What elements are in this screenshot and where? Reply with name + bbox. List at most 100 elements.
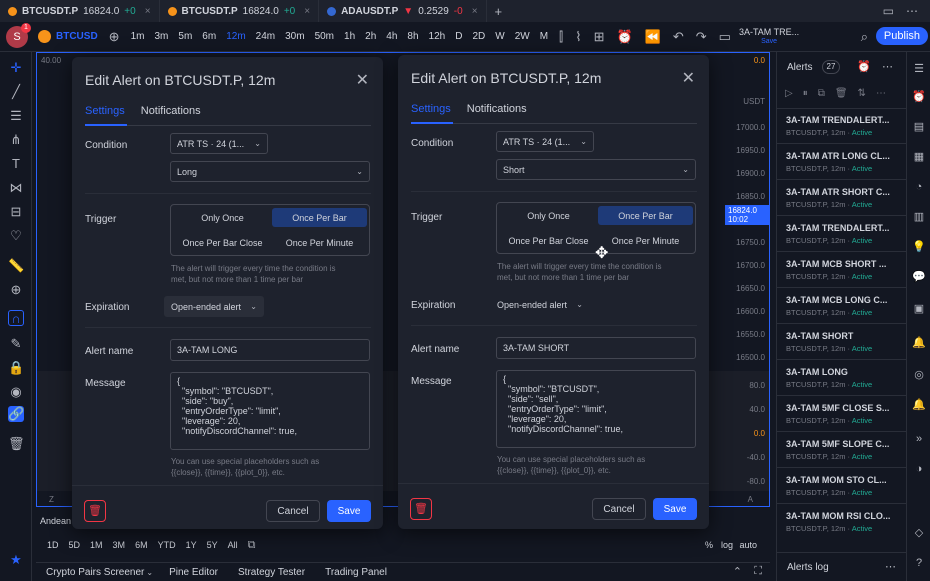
interval-1h[interactable]: 1h: [339, 31, 360, 42]
layout-icon[interactable]: ▭: [713, 29, 737, 45]
layout-name[interactable]: 3A-TAM TRE... Save: [739, 27, 799, 46]
streams-icon[interactable]: ▣: [912, 302, 926, 316]
save-button[interactable]: Save: [653, 498, 697, 520]
alerts-log-header[interactable]: Alerts log: [787, 562, 829, 573]
interval-24m[interactable]: 24m: [251, 31, 280, 42]
redo-icon[interactable]: ↷: [690, 29, 713, 45]
list-item[interactable]: 3A-TAM ATR LONG CL... BTCUSDT.P, 12m · Ac…: [786, 151, 904, 173]
auto-scale-toggle[interactable]: auto: [734, 540, 762, 550]
calendar-icon[interactable]: ▥: [912, 210, 926, 224]
message-textarea[interactable]: { "symbol": "BTCUSDT", "side": "buy", "e…: [170, 372, 370, 450]
list-item[interactable]: 3A-TAM TRENDALERT... BTCUSDT.P, 12m · Act…: [786, 115, 904, 137]
watchlist-icon[interactable]: ☰: [912, 62, 926, 76]
range-3m[interactable]: 3M: [108, 540, 131, 550]
new-tab-button[interactable]: +: [487, 0, 511, 22]
range-1d[interactable]: 1D: [42, 540, 64, 550]
chevrons-icon[interactable]: »: [912, 432, 926, 446]
list-item[interactable]: 3A-TAM MCB LONG C... BTCUSDT.P, 12m · Act…: [786, 295, 904, 317]
trigger-once-per-minute[interactable]: Once Per Minute: [598, 231, 693, 250]
horizontal-lines-icon[interactable]: ☰: [8, 108, 24, 124]
tab-notifications[interactable]: Notifications: [141, 105, 201, 122]
list-item[interactable]: 3A-TAM 5MF CLOSE S... BTCUSDT.P, 12m · Ac…: [786, 403, 904, 425]
interval-30m[interactable]: 30m: [280, 31, 309, 42]
symbol-search[interactable]: BTCUSD: [51, 31, 103, 42]
heart-icon[interactable]: ♡: [8, 228, 24, 244]
alert-name-input[interactable]: 3A-TAM SHORT: [496, 337, 696, 359]
chevron-down-icon[interactable]: ⌄: [146, 568, 153, 577]
list-item[interactable]: 3A-TAM MOM RSI CLO... BTCUSDT.P, 12m · Ac…: [786, 511, 904, 533]
layout-icon[interactable]: ▭: [883, 4, 894, 18]
pause-icon[interactable]: ⏸: [803, 88, 808, 99]
compare-plus-icon[interactable]: ⊕: [103, 29, 126, 45]
close-tab-icon[interactable]: ×: [145, 6, 151, 17]
trash-icon[interactable]: 🗑: [8, 436, 25, 452]
trigger-once-per-bar[interactable]: Once Per Bar: [598, 206, 693, 225]
link-icon[interactable]: 🔗: [8, 406, 24, 422]
crosshair-icon[interactable]: ✛: [8, 60, 24, 76]
templates-icon[interactable]: ⊞: [588, 29, 611, 45]
trigger-once-per-bar-close[interactable]: Once Per Bar Close: [500, 231, 597, 250]
pie-chart-icon[interactable]: ◑: [912, 462, 926, 476]
tab-settings[interactable]: Settings: [411, 103, 451, 120]
interval-2w[interactable]: 2W: [510, 31, 535, 42]
chat-icon[interactable]: 💬: [912, 270, 926, 284]
delete-alert-trash-icon[interactable]: 🗑: [410, 498, 432, 520]
broadcast-icon[interactable]: ◎: [912, 368, 926, 382]
delete-all-icon[interactable]: 🗑: [835, 88, 848, 99]
news-icon[interactable]: ▦: [912, 150, 926, 164]
trigger-once-per-minute[interactable]: Once Per Minute: [272, 233, 367, 252]
interval-12h[interactable]: 12h: [424, 31, 451, 42]
trigger-only-once[interactable]: Only Once: [174, 208, 271, 227]
direction-select[interactable]: Long ⌄: [170, 161, 370, 182]
alert-icon[interactable]: ⏰: [610, 29, 638, 45]
watchlist-star-icon[interactable]: ★: [8, 552, 24, 568]
direction-select[interactable]: Short ⌄: [496, 159, 696, 180]
tab-settings[interactable]: Settings: [85, 105, 125, 122]
tab-trading-panel[interactable]: Trading Panel: [315, 567, 397, 578]
list-item[interactable]: 3A-TAM LONG BTCUSDT.P, 12m · Active: [786, 367, 904, 389]
cancel-button[interactable]: Cancel: [266, 500, 320, 522]
trendline-icon[interactable]: ╱: [8, 84, 24, 100]
range-5d[interactable]: 5D: [64, 540, 86, 550]
close-icon[interactable]: ✕: [682, 68, 695, 88]
prediction-icon[interactable]: ⊟: [8, 204, 24, 220]
list-item[interactable]: 3A-TAM 5MF SLOPE C... BTCUSDT.P, 12m · Ac…: [786, 439, 904, 461]
interval-12m[interactable]: 12m: [221, 31, 250, 42]
condition-select[interactable]: ATR TS · 24 (1... ⌄: [496, 131, 594, 152]
help-icon[interactable]: ?: [912, 556, 926, 570]
pencil-lock-icon[interactable]: ✎: [8, 336, 24, 352]
interval-6m[interactable]: 6m: [197, 31, 221, 42]
chevron-up-icon[interactable]: ⌃: [733, 565, 742, 578]
avatar[interactable]: S 1: [6, 22, 31, 48]
undo-icon[interactable]: ↶: [667, 29, 690, 45]
interval-4h[interactable]: 4h: [381, 31, 402, 42]
interval-2h[interactable]: 2h: [360, 31, 381, 42]
list-item[interactable]: 3A-TAM SHORT BTCUSDT.P, 12m · Active: [786, 331, 904, 353]
expiration-select[interactable]: Open-ended alert ⌄: [164, 296, 264, 317]
interval-w[interactable]: W: [490, 31, 509, 42]
more-icon[interactable]: ⋯: [876, 88, 886, 99]
close-tab-icon[interactable]: ×: [304, 6, 310, 17]
goto-date-icon[interactable]: ⧉: [243, 539, 261, 552]
add-alert-icon[interactable]: ⏰: [857, 60, 871, 73]
timezone-z-icon[interactable]: Z: [49, 495, 54, 504]
duplicate-icon[interactable]: ⧉: [818, 88, 825, 99]
indicators-icon[interactable]: ⌇: [569, 29, 587, 45]
lock-icon[interactable]: 🔒: [8, 360, 24, 376]
notifications-icon[interactable]: 🔔: [912, 336, 926, 350]
cancel-button[interactable]: Cancel: [592, 498, 646, 520]
interval-3m[interactable]: 3m: [149, 31, 173, 42]
bell-icon[interactable]: 🔔: [912, 398, 926, 412]
interval-m[interactable]: M: [535, 31, 553, 42]
tab-adausdt[interactable]: ADAUSDT.P ▼ 0.2529 -0 ×: [319, 0, 487, 22]
tab-notifications[interactable]: Notifications: [467, 103, 527, 120]
search-icon[interactable]: ⌕: [855, 29, 874, 45]
more-icon[interactable]: ⋯: [885, 560, 896, 573]
hotlist-icon[interactable]: ◔: [912, 180, 926, 194]
auto-scale-a-icon[interactable]: A: [748, 495, 753, 504]
alerts-clock-icon[interactable]: ⏰: [912, 90, 926, 104]
maximize-icon[interactable]: ⛶: [754, 565, 762, 578]
interval-50m[interactable]: 50m: [310, 31, 339, 42]
tab-pine-editor[interactable]: Pine Editor: [159, 567, 228, 578]
chart-type-icon[interactable]: ⫿: [553, 29, 569, 45]
